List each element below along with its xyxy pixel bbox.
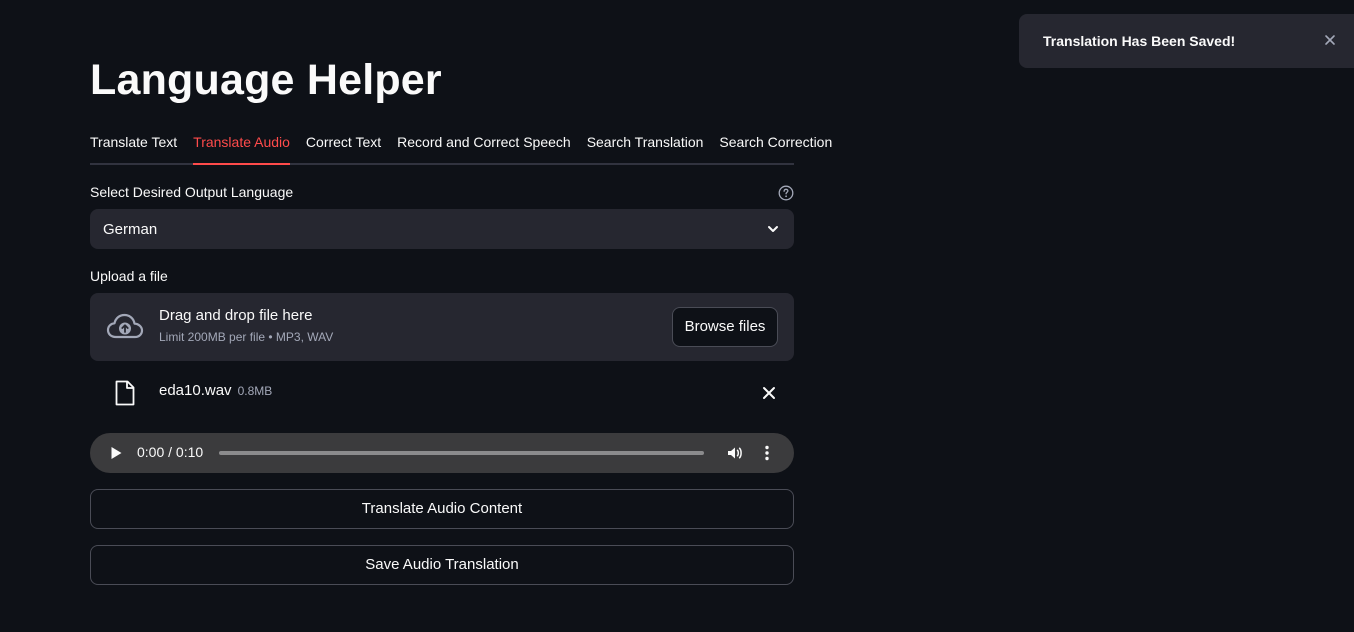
play-icon[interactable] [108, 445, 124, 461]
tab-search-translation[interactable]: Search Translation [587, 128, 704, 163]
tab-bar: Translate Text Translate Audio Correct T… [90, 128, 832, 165]
audio-time: 0:00 / 0:10 [137, 444, 204, 460]
cloud-upload-icon [106, 313, 144, 339]
audio-seek-bar[interactable] [219, 451, 704, 455]
app-page: Language Helper Translate Text Translate… [0, 0, 1354, 632]
tab-translate-audio[interactable]: Translate Audio [193, 128, 290, 165]
toast-notification: Translation Has Been Saved! [1019, 14, 1354, 68]
tab-record-and-correct-speech[interactable]: Record and Correct Speech [397, 128, 571, 163]
translate-audio-button[interactable]: Translate Audio Content [90, 489, 794, 529]
tab-correct-text[interactable]: Correct Text [306, 128, 381, 163]
file-size: 0.8MB [237, 384, 273, 398]
browse-files-button[interactable]: Browse files [672, 307, 778, 347]
file-icon [115, 380, 135, 406]
tab-translate-text[interactable]: Translate Text [90, 128, 177, 163]
remove-file-icon[interactable] [760, 384, 778, 402]
volume-icon[interactable] [726, 444, 744, 462]
dropzone-subtitle: Limit 200MB per file • MP3, WAV [159, 330, 334, 344]
chevron-down-icon [768, 226, 778, 232]
close-icon[interactable] [1324, 34, 1336, 46]
language-select-label: Select Desired Output Language [90, 184, 294, 200]
dropzone-title: Drag and drop file here [159, 307, 313, 324]
file-name-text: eda10.wav [159, 382, 232, 399]
dropzone-text: Drag and drop file here Limit 200MB per … [159, 307, 333, 344]
save-audio-translation-button[interactable]: Save Audio Translation [90, 545, 794, 585]
question-circle-icon[interactable] [778, 185, 794, 201]
uploaded-file-row: eda10.wav 0.8MB [90, 377, 794, 409]
language-select[interactable]: German [90, 209, 794, 249]
audio-player: 0:00 / 0:10 [90, 433, 794, 473]
file-dropzone[interactable]: Drag and drop file here Limit 200MB per … [90, 293, 794, 361]
toast-message: Translation Has Been Saved! [1043, 33, 1236, 49]
language-select-value: German [103, 220, 158, 238]
more-options-icon[interactable] [758, 444, 776, 462]
tab-search-correction[interactable]: Search Correction [719, 128, 832, 163]
upload-label: Upload a file [90, 268, 168, 284]
page-title: Language Helper [90, 56, 442, 104]
uploaded-file-name: eda10.wav 0.8MB [159, 382, 272, 399]
